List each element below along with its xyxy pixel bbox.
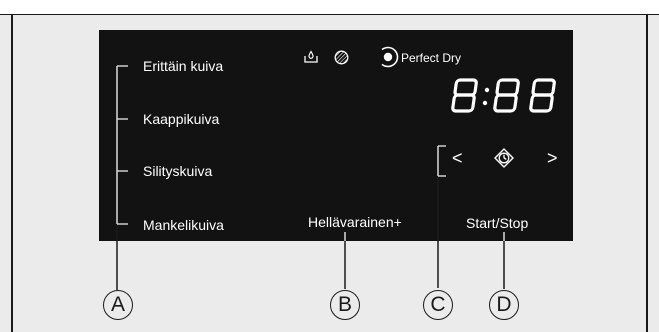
callout-lines [116,65,505,290]
callout-b: B [330,290,360,320]
callout-c: C [423,290,453,320]
callout-a: A [103,290,133,320]
callout-d: D [489,290,519,320]
